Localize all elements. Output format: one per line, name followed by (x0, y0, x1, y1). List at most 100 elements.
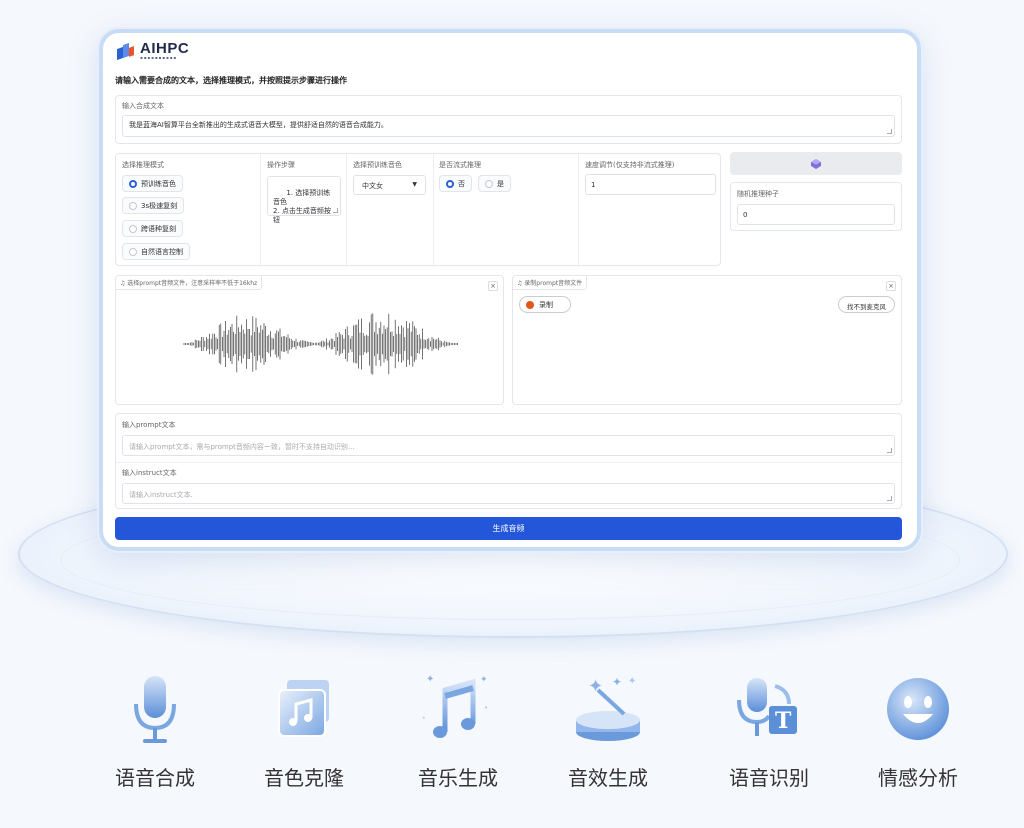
mode-option-cross-lingual[interactable]: 跨语种复刻 (122, 220, 183, 237)
instruct-text-input[interactable]: 请输入instruct文本. (122, 483, 895, 504)
inference-mode-label: 选择推理模式 (122, 161, 164, 169)
feature-label: 音效生成 (568, 766, 648, 790)
divider (260, 154, 261, 267)
magic-wand-stage-icon: ✦ ✦ ✦ (576, 675, 640, 741)
record-dot-icon (526, 300, 534, 309)
record-audio-tag: ♫ 录制prompt音频文件 (513, 276, 588, 290)
stream-option-label: 否 (458, 179, 465, 188)
radio-icon (129, 247, 137, 256)
divider (433, 154, 434, 267)
voice-select[interactable]: 中文女 ▼ (353, 175, 426, 195)
radio-selected-icon (129, 179, 137, 188)
stream-option-label: 是 (497, 179, 504, 188)
radio-icon (129, 224, 137, 233)
synthesis-text-value: 我是蓝海AI智算平台全新推出的生成式语音大模型，提供舒适自然的语音合成能力。 (129, 121, 388, 129)
feature-label: 情感分析 (878, 766, 958, 790)
feature-speech-synthesis[interactable]: 语音合成 (80, 670, 230, 791)
page-instruction: 请输入需要合成的文本，选择推理模式，并按照提示步骤进行操作 (115, 76, 347, 85)
instruct-text-label: 输入instruct文本 (122, 469, 177, 477)
feature-label: 语音识别 (729, 766, 809, 790)
mode-option-label: 预训练音色 (141, 179, 176, 188)
mode-option-instruct[interactable]: 自然语言控制 (122, 243, 190, 260)
logo-mark-icon (117, 42, 135, 61)
radio-selected-icon (446, 179, 454, 188)
divider (578, 154, 579, 267)
record-button-label: 录制 (539, 300, 553, 309)
microphone-select-button[interactable]: 找不到麦克风 (838, 296, 895, 313)
generate-audio-button[interactable]: 生成音频 (115, 517, 902, 540)
record-audio-panel: ♫ 录制prompt音频文件 × 录制 找不到麦克风 (512, 275, 902, 405)
random-seed-button[interactable] (730, 152, 902, 175)
app-window: AIHPC ▪▪▪▪▪▪▪▪▪▪ 请输入需要合成的文本，选择推理模式，并按照提示… (99, 29, 921, 551)
resize-grip-icon[interactable] (887, 496, 892, 501)
music-notes-sparkle-icon: ✦ ✦ • • (422, 674, 488, 738)
divider (116, 462, 903, 463)
close-icon[interactable]: × (886, 281, 896, 291)
feature-label: 音色克隆 (264, 766, 344, 790)
mode-option-label: 跨语种复刻 (141, 224, 176, 233)
prompt-audio-panel: ♫ 选择prompt音频文件，注意采样率不低于16khz × (115, 275, 504, 405)
audio-waveform (183, 313, 458, 375)
smiley-face-icon (887, 678, 949, 740)
synthesis-text-input[interactable]: 我是蓝海AI智算平台全新推出的生成式语音大模型，提供舒适自然的语音合成能力。 (122, 115, 895, 137)
svg-text:✦: ✦ (588, 676, 603, 697)
svg-text:•: • (422, 715, 426, 722)
feature-label: 音乐生成 (418, 766, 498, 790)
speed-label: 速度调节(仅支持非流式推理) (585, 161, 675, 169)
chevron-down-icon: ▼ (412, 181, 417, 188)
mode-option-label: 自然语言控制 (141, 247, 183, 256)
svg-text:✦: ✦ (628, 676, 636, 687)
svg-text:✦: ✦ (426, 674, 434, 685)
feature-music-generation[interactable]: ✦ ✦ • • 音乐生成 (383, 670, 533, 791)
voice-label: 选择预训练音色 (353, 161, 402, 169)
seed-input[interactable]: 0 (737, 204, 895, 225)
prompt-text-input[interactable]: 请输入prompt文本，需与prompt音频内容一致，暂时不支持自动识别... (122, 435, 895, 456)
mode-option-fast-clone[interactable]: 3s极速复刻 (122, 197, 185, 214)
steps-textarea[interactable]: 1. 选择预训练音色 2. 点击生成音频按钮 (267, 176, 341, 224)
steps-label: 操作步骤 (267, 161, 295, 169)
divider (346, 154, 347, 267)
speed-input[interactable]: 1 (585, 174, 716, 195)
seed-panel: 随机推理种子 0 (730, 182, 902, 231)
radio-icon (129, 201, 137, 210)
stream-option-yes[interactable]: 是 (478, 175, 511, 192)
brand-logo: AIHPC ▪▪▪▪▪▪▪▪▪▪ (117, 40, 190, 61)
feature-label: 语音合成 (115, 766, 195, 790)
feature-list: 语音合成 音色克隆 ✦ ✦ • • 音乐生成 ✦ ✦ ✦ 音效生成 T 语音识别… (0, 670, 1024, 800)
seed-value: 0 (743, 211, 748, 219)
prompt-text-label: 输入prompt文本 (122, 421, 176, 429)
voice-value: 中文女 (362, 182, 383, 190)
feature-speech-recognition[interactable]: T 语音识别 (694, 670, 844, 791)
mode-option-pretrained[interactable]: 预训练音色 (122, 175, 183, 192)
stream-option-no[interactable]: 否 (439, 175, 472, 192)
resize-grip-icon[interactable] (887, 448, 892, 453)
resize-grip-icon[interactable] (887, 129, 892, 134)
music-note-album-icon (278, 680, 329, 737)
microphone-text-icon: T (737, 678, 797, 736)
steps-value: 1. 选择预训练音色 2. 点击生成音频按钮 (273, 189, 331, 224)
prompt-text-panel: 输入prompt文本 请输入prompt文本，需与prompt音频内容一致，暂时… (115, 413, 903, 509)
resize-grip-icon[interactable] (333, 208, 338, 213)
svg-text:•: • (484, 704, 488, 712)
svg-text:T: T (775, 708, 792, 734)
options-panel: 选择推理模式 预训练音色 3s极速复刻 跨语种复刻 自然语言控制 操作步骤 1.… (115, 153, 721, 267)
speed-value: 1 (591, 181, 596, 189)
svg-text:✦: ✦ (612, 675, 622, 689)
mode-option-label: 3s极速复刻 (141, 201, 178, 210)
instruct-text-placeholder: 请输入instruct文本. (129, 491, 193, 499)
feature-sound-effect[interactable]: ✦ ✦ ✦ 音效生成 (533, 670, 683, 791)
synthesis-text-panel: 输入合成文本 我是蓝海AI智算平台全新推出的生成式语音大模型，提供舒适自然的语音… (115, 95, 902, 144)
dice-icon (811, 158, 821, 169)
brand-name: AIHPC (140, 40, 190, 57)
svg-text:✦: ✦ (480, 675, 488, 685)
prompt-text-placeholder: 请输入prompt文本，需与prompt音频内容一致，暂时不支持自动识别... (129, 443, 355, 451)
record-button[interactable]: 录制 (519, 296, 571, 313)
radio-icon (485, 179, 493, 188)
feature-emotion-analysis[interactable]: 情感分析 (843, 670, 993, 791)
feature-voice-clone[interactable]: 音色克隆 (229, 670, 379, 791)
microphone-select-label: 找不到麦克风 (847, 303, 886, 311)
seed-label: 随机推理种子 (737, 190, 779, 198)
synthesis-text-label: 输入合成文本 (122, 102, 164, 110)
stream-label: 是否流式推理 (439, 161, 481, 169)
record-audio-label: 录制prompt音频文件 (524, 280, 583, 287)
